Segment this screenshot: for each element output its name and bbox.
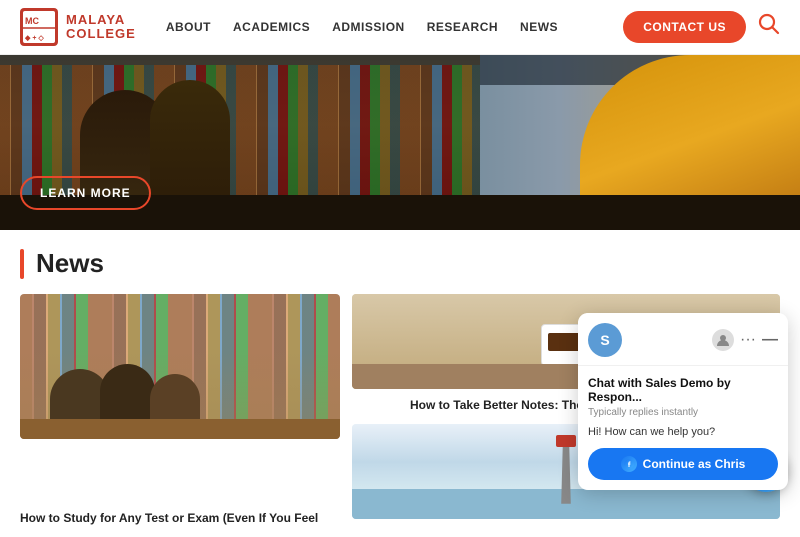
contact-button[interactable]: CONTACT US (623, 11, 746, 43)
search-icon[interactable] (758, 13, 780, 41)
chat-more-icon[interactable]: ··· (740, 331, 756, 349)
chat-continue-button[interactable]: Continue as Chris (588, 448, 778, 480)
nav-item-admission[interactable]: AdMission (332, 20, 405, 34)
chat-header-controls: ··· — (712, 329, 778, 351)
facebook-icon (621, 456, 637, 472)
main-nav: ABOUT ACADEMiCS AdMission RESEARCH NEWS (166, 20, 623, 34)
logo-subtitle: COLLEGE (66, 27, 136, 41)
chat-header: S ··· — (578, 313, 788, 366)
chat-continue-label: Continue as Chris (643, 457, 746, 471)
news-card-1-title: How to Study for Any Test or Exam (Even … (20, 510, 340, 527)
nav-item-academics[interactable]: ACADEMiCS (233, 20, 310, 34)
svg-text:◆ + ◇: ◆ + ◇ (24, 35, 44, 42)
hero-section: LEARN MORE (0, 55, 800, 230)
learn-more-button[interactable]: LEARN MORE (20, 176, 151, 210)
news-heading-wrapper: News (20, 248, 780, 279)
chat-subtitle: Typically replies instantly (588, 407, 778, 418)
logo-text: MALAYA COLLEGE (66, 13, 136, 42)
news-heading: News (36, 248, 104, 279)
nav-item-news[interactable]: NEWS (520, 20, 558, 34)
site-header: MC ◆ + ◇ MALAYA COLLEGE ABOUT ACADEMiCS … (0, 0, 800, 55)
logo[interactable]: MC ◆ + ◇ MALAYA COLLEGE (20, 8, 136, 46)
chat-widget: S ··· — Chat with Sales Demo by Respon..… (578, 313, 788, 490)
header-actions: CONTACT US (623, 11, 780, 43)
logo-brand: MALAYA (66, 13, 136, 27)
chat-minimize-icon[interactable]: — (762, 331, 778, 349)
news-heading-border (20, 249, 24, 279)
nav-item-research[interactable]: RESEARCH (427, 20, 498, 34)
chat-title: Chat with Sales Demo by Respon... (588, 376, 778, 404)
chat-message: Hi! How can we help you? (588, 426, 778, 438)
svg-text:MC: MC (25, 16, 39, 26)
chat-avatar: S (588, 323, 622, 357)
chat-body: Chat with Sales Demo by Respon... Typica… (578, 366, 788, 490)
chat-user-icon[interactable] (712, 329, 734, 351)
news-card-1: How to Study for Any Test or Exam (Even … (20, 294, 340, 527)
nav-item-about[interactable]: ABOUT (166, 20, 211, 34)
news-card-1-image (20, 294, 340, 439)
logo-icon: MC ◆ + ◇ (20, 8, 58, 46)
